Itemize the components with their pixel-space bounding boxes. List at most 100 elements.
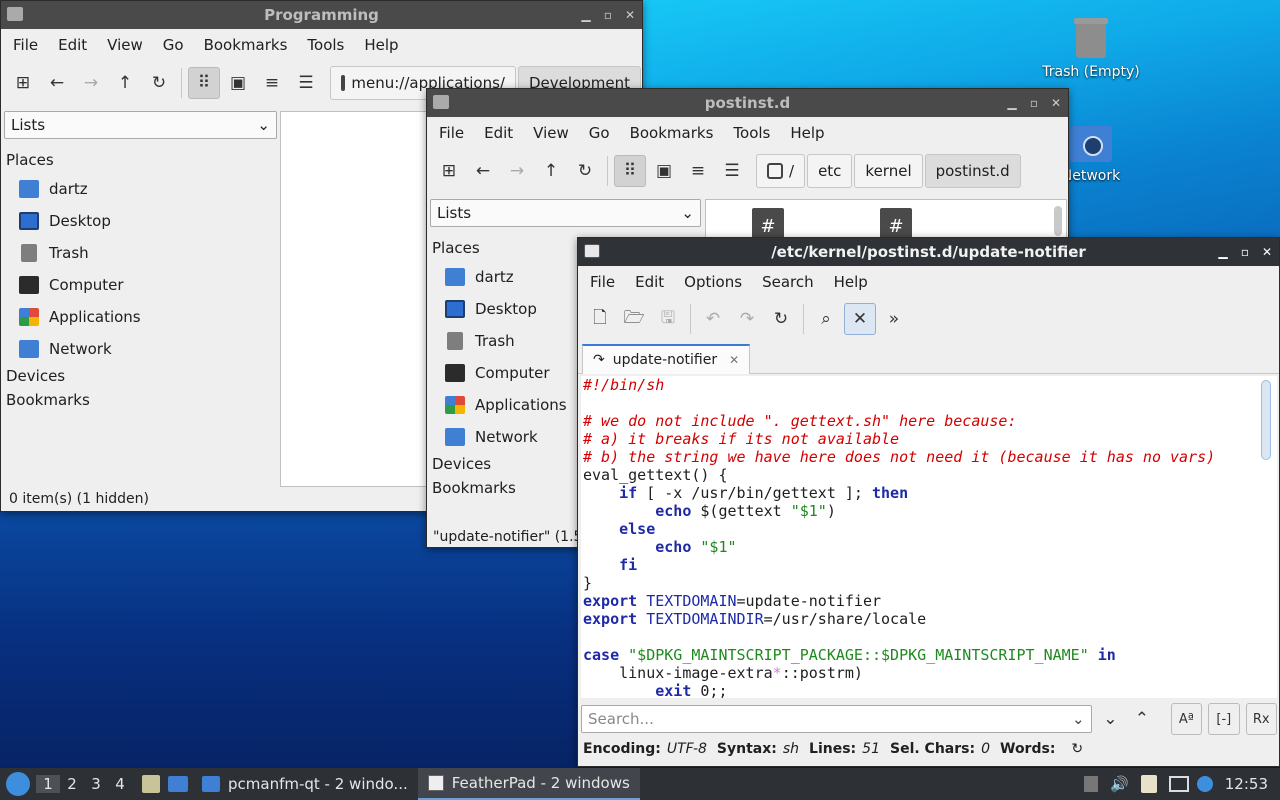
maximize-button[interactable]: ▫ bbox=[600, 8, 616, 22]
task-pcmanfm[interactable]: pcmanfm-qt - 2 windo... bbox=[192, 768, 418, 800]
detail-view-icon[interactable]: ☰ bbox=[716, 155, 748, 187]
find-next-down-icon[interactable]: ⌄ bbox=[1098, 703, 1124, 735]
menu-view[interactable]: View bbox=[523, 124, 579, 142]
titlebar[interactable]: Programming ▁ ▫ ✕ bbox=[1, 1, 642, 29]
compact-view-icon[interactable]: ≡ bbox=[682, 155, 714, 187]
network-wired-icon[interactable] bbox=[1168, 776, 1189, 792]
search-input[interactable]: Search... ⌄ bbox=[581, 705, 1092, 733]
forward-icon[interactable]: → bbox=[501, 155, 533, 187]
scrollbar-thumb[interactable] bbox=[1261, 380, 1271, 460]
minimize-button[interactable]: ▁ bbox=[578, 8, 594, 22]
volume-icon[interactable]: 🔊 bbox=[1110, 775, 1129, 793]
sidebar-item-computer[interactable]: Computer bbox=[3, 269, 278, 301]
update-notifier-icon[interactable] bbox=[1196, 776, 1213, 792]
find-icon[interactable]: ⌕ bbox=[810, 303, 842, 335]
path-button-root[interactable]: / bbox=[756, 154, 806, 188]
menu-file[interactable]: File bbox=[429, 124, 474, 142]
reload-icon[interactable]: ↻ bbox=[765, 303, 797, 335]
new-file-icon[interactable]: 🗋 bbox=[584, 303, 616, 335]
menu-file[interactable]: File bbox=[3, 36, 48, 54]
thumbnail-view-icon[interactable]: ▣ bbox=[222, 67, 254, 99]
detail-view-icon[interactable]: ☰ bbox=[290, 67, 322, 99]
devices-header[interactable]: Devices bbox=[3, 365, 278, 389]
tray-arrow-icon[interactable] bbox=[1084, 776, 1099, 792]
code-editor[interactable]: #!/bin/sh # we do not include ". gettext… bbox=[581, 376, 1257, 698]
scrollbar-track[interactable] bbox=[1257, 376, 1277, 698]
menu-help[interactable]: Help bbox=[780, 124, 834, 142]
clipboard-icon[interactable] bbox=[1140, 775, 1157, 793]
task-featherpad[interactable]: FeatherPad - 2 windows bbox=[417, 768, 640, 800]
bookmarks-header[interactable]: Bookmarks bbox=[3, 389, 278, 413]
redo-icon[interactable]: ↷ bbox=[731, 303, 763, 335]
close-button[interactable]: ✕ bbox=[622, 8, 638, 22]
start-menu-icon[interactable] bbox=[6, 772, 30, 796]
find-previous-up-icon[interactable]: ⌃ bbox=[1129, 703, 1155, 735]
maximize-button[interactable]: ▫ bbox=[1237, 245, 1253, 259]
match-case-icon[interactable]: Aª bbox=[1170, 703, 1203, 735]
menu-options[interactable]: Options bbox=[674, 273, 752, 291]
menu-tools[interactable]: Tools bbox=[723, 124, 780, 142]
reload-icon[interactable]: ↻ bbox=[143, 67, 175, 99]
icon-view-icon[interactable]: ⠿ bbox=[188, 67, 220, 99]
menu-edit[interactable]: Edit bbox=[625, 273, 674, 291]
close-button[interactable]: ✕ bbox=[1048, 96, 1064, 110]
sidebar-item-trash[interactable]: Trash bbox=[429, 325, 579, 357]
reload-icon[interactable]: ↻ bbox=[569, 155, 601, 187]
sidebar-item-home[interactable]: dartz bbox=[3, 173, 278, 205]
open-folder-icon[interactable]: 🗁 bbox=[618, 303, 650, 335]
path-button-etc[interactable]: etc bbox=[807, 154, 853, 188]
minimize-button[interactable]: ▁ bbox=[1004, 96, 1020, 110]
whole-word-icon[interactable]: [-] bbox=[1208, 703, 1240, 735]
workspace-1[interactable]: 1 bbox=[36, 775, 60, 793]
sidebar-item-network[interactable]: Network bbox=[429, 421, 579, 453]
menu-file[interactable]: File bbox=[580, 273, 625, 291]
thumbnail-view-icon[interactable]: ▣ bbox=[648, 155, 680, 187]
show-desktop-icon[interactable] bbox=[142, 775, 160, 793]
new-tab-icon[interactable]: ⊞ bbox=[433, 155, 465, 187]
titlebar[interactable]: postinst.d ▁ ▫ ✕ bbox=[427, 89, 1068, 117]
sidebar-item-network[interactable]: Network bbox=[3, 333, 278, 365]
menu-help[interactable]: Help bbox=[824, 273, 878, 291]
regex-icon[interactable]: Rx bbox=[1245, 703, 1277, 735]
menu-edit[interactable]: Edit bbox=[48, 36, 97, 54]
tab-update-notifier[interactable]: ↷ update-notifier ✕ bbox=[582, 344, 751, 374]
new-tab-icon[interactable]: ⊞ bbox=[7, 67, 39, 99]
compact-view-icon[interactable]: ≡ bbox=[256, 67, 288, 99]
workspace-4[interactable]: 4 bbox=[108, 775, 132, 793]
file-manager-launcher-icon[interactable] bbox=[168, 776, 188, 792]
back-icon[interactable]: ← bbox=[467, 155, 499, 187]
close-button[interactable]: ✕ bbox=[1259, 245, 1275, 259]
menu-tools[interactable]: Tools bbox=[297, 36, 354, 54]
menu-go[interactable]: Go bbox=[153, 36, 194, 54]
sidebar-item-trash[interactable]: Trash bbox=[3, 237, 278, 269]
menu-bookmarks[interactable]: Bookmarks bbox=[620, 124, 724, 142]
menu-view[interactable]: View bbox=[97, 36, 153, 54]
up-icon[interactable]: ↑ bbox=[109, 67, 141, 99]
up-icon[interactable]: ↑ bbox=[535, 155, 567, 187]
clear-highlight-icon[interactable]: ✕ bbox=[844, 303, 876, 335]
clock[interactable]: 12:53 bbox=[1225, 775, 1268, 793]
bookmarks-header[interactable]: Bookmarks bbox=[429, 477, 579, 501]
path-button-postinst[interactable]: postinst.d bbox=[924, 154, 1021, 188]
more-chevron-icon[interactable]: » bbox=[878, 303, 910, 335]
menu-edit[interactable]: Edit bbox=[474, 124, 523, 142]
undo-icon[interactable]: ↶ bbox=[697, 303, 729, 335]
icon-view-icon[interactable]: ⠿ bbox=[614, 155, 646, 187]
refresh-words-icon[interactable]: ↻ bbox=[1071, 741, 1083, 757]
desktop-icon-trash[interactable]: Trash (Empty) bbox=[1036, 16, 1146, 80]
sidebar-item-computer[interactable]: Computer bbox=[429, 357, 579, 389]
scrollbar[interactable] bbox=[1054, 206, 1062, 236]
menu-search[interactable]: Search bbox=[752, 273, 824, 291]
sidebar-item-desktop[interactable]: Desktop bbox=[429, 293, 579, 325]
path-button-kernel[interactable]: kernel bbox=[854, 154, 923, 188]
devices-header[interactable]: Devices bbox=[429, 453, 579, 477]
sidebar-item-applications[interactable]: Applications bbox=[429, 389, 579, 421]
back-icon[interactable]: ← bbox=[41, 67, 73, 99]
menu-go[interactable]: Go bbox=[579, 124, 620, 142]
save-icon[interactable]: 🖫 bbox=[652, 303, 684, 335]
places-header[interactable]: Places bbox=[429, 235, 579, 261]
workspace-2[interactable]: 2 bbox=[60, 775, 84, 793]
sidebar-item-home[interactable]: dartz bbox=[429, 261, 579, 293]
menu-bookmarks[interactable]: Bookmarks bbox=[194, 36, 298, 54]
forward-icon[interactable]: → bbox=[75, 67, 107, 99]
